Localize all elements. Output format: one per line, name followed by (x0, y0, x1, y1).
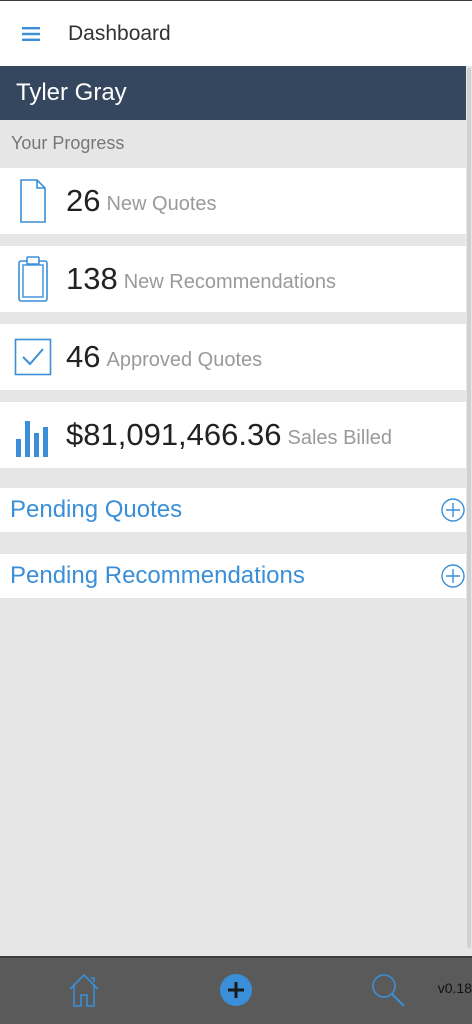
user-name: Tyler Gray (16, 79, 127, 106)
stat-value: 138 (66, 261, 118, 296)
progress-section-label: Your Progress (11, 132, 125, 153)
hamburger-menu-icon[interactable] (0, 1, 62, 67)
stat-label: Approved Quotes (106, 348, 263, 371)
home-icon[interactable] (62, 968, 106, 1012)
stat-value: $81,091,466.36 (66, 417, 282, 452)
bottom-nav-bar: v0.18 (0, 956, 472, 1024)
top-header: Dashboard (0, 0, 472, 66)
page-title: Dashboard (68, 21, 171, 45)
version-label: v0.18 (437, 980, 472, 996)
stat-label: Sales Billed (287, 426, 393, 449)
plus-circle-icon[interactable] (441, 498, 465, 522)
stat-row-new-recommendations[interactable]: 138 New Recommendations (0, 246, 466, 312)
stat-value: 26 (66, 183, 101, 218)
pending-recommendations-label: Pending Recommendations (10, 562, 305, 589)
bar-chart-icon (0, 402, 66, 468)
checkbox-icon (0, 324, 66, 390)
stat-row-approved-quotes[interactable]: 46 Approved Quotes (0, 324, 466, 390)
app-root: Dashboard Tyler Gray Your Progress 26 Ne… (0, 0, 472, 1024)
plus-circle-icon[interactable] (441, 564, 465, 588)
document-icon (0, 168, 66, 234)
clipboard-icon (0, 246, 66, 312)
pending-quotes-row[interactable]: Pending Quotes (0, 488, 466, 532)
scrollbar-thumb[interactable] (467, 68, 471, 948)
pending-quotes-label: Pending Quotes (10, 496, 183, 523)
stat-row-sales-billed[interactable]: $81,091,466.36 Sales Billed (0, 402, 466, 468)
search-icon[interactable] (366, 968, 410, 1012)
stat-label: New Recommendations (123, 270, 337, 293)
add-circle-icon[interactable] (214, 968, 258, 1012)
stat-value: 46 (66, 339, 101, 374)
user-name-bar: Tyler Gray (0, 66, 466, 120)
stat-row-new-quotes[interactable]: 26 New Quotes (0, 168, 466, 234)
stat-label: New Quotes (106, 192, 217, 215)
pending-recommendations-row[interactable]: Pending Recommendations (0, 554, 466, 598)
